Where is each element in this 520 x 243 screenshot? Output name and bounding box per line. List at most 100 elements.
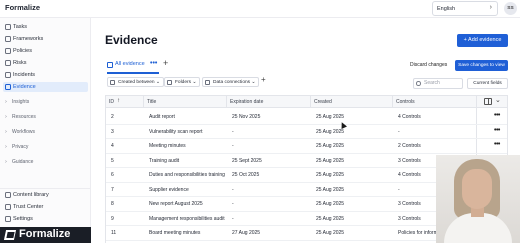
cell-created: 25 Aug 2025 [316, 157, 345, 164]
filter-created-between[interactable]: Created between ⌄ [107, 77, 164, 87]
filter-label: Folders [175, 80, 191, 85]
discard-changes-button[interactable]: Discard changes [410, 62, 447, 68]
sidebar-item-label: Settings [13, 216, 33, 222]
cell-controls: 3 Controls [398, 215, 421, 222]
chevron-right-icon: › [5, 113, 7, 120]
search-input[interactable]: Search [413, 78, 463, 89]
cell-created: 25 Aug 2025 [316, 230, 345, 236]
chevron-down-icon[interactable]: ⌄ [495, 96, 501, 104]
filter-data-connections[interactable]: Data connections ⌄ [202, 77, 260, 87]
active-tab-indicator [107, 72, 159, 74]
save-view-button[interactable]: Save changes to view [455, 60, 508, 71]
language-select-value: English [437, 6, 456, 12]
sidebar-item-risks[interactable]: Risks [3, 58, 88, 68]
cell-id: 8 [111, 201, 114, 207]
cell-id: 3 [111, 128, 114, 135]
cell-expiration-date: - [232, 143, 234, 149]
add-filter-button[interactable]: + [261, 75, 266, 84]
row-menu-button[interactable]: ••• [494, 127, 500, 134]
globe-icon [5, 204, 11, 210]
table-row[interactable]: 3 Vulnerability scan report - 25 Aug 202… [106, 125, 507, 139]
column-header-controls[interactable]: Controls [396, 99, 415, 105]
search-icon [416, 81, 421, 86]
table-row[interactable]: 2 Audit report 25 Nov 2025 25 Aug 2025 4… [106, 110, 507, 125]
tab-label: All evidence [115, 61, 145, 67]
row-menu-button[interactable]: ••• [494, 112, 500, 119]
flag-icon [5, 72, 11, 78]
list-icon [107, 62, 113, 68]
table-row[interactable]: 4 Meeting minutes - 25 Aug 2025 2 Contro… [106, 139, 507, 154]
sidebar-item-evidence[interactable]: Evidence [3, 82, 88, 92]
sidebar-item-content-library[interactable]: Content library [3, 190, 88, 200]
cell-created: 25 Aug 2025 [316, 128, 345, 135]
cell-created: 25 Aug 2025 [316, 215, 345, 222]
sidebar: Tasks Frameworks Policies Risks Incident… [0, 18, 91, 243]
cell-id: 5 [111, 157, 114, 164]
columns-toggle-icon[interactable] [484, 98, 492, 105]
sidebar-group-workflows[interactable]: › Workflows [5, 128, 35, 136]
app-title: Formalize [5, 3, 41, 12]
cell-title: Management responsibilities audit [149, 215, 225, 222]
sort-arrow-up-icon[interactable]: ↑ [117, 98, 120, 104]
cell-id: 4 [111, 143, 114, 149]
shield-icon [5, 48, 11, 54]
filter-label: Data connections [213, 80, 251, 85]
sidebar-group-privacy[interactable]: › Privacy [5, 144, 28, 151]
sidebar-item-label: Risks [13, 60, 27, 66]
sidebar-item-incidents[interactable]: Incidents [3, 70, 88, 80]
tab-menu-button[interactable]: ••• [150, 60, 157, 67]
page-title: Evidence [105, 33, 158, 47]
sidebar-group-resources[interactable]: › Resources [5, 113, 36, 121]
chevron-right-icon: › [489, 4, 492, 11]
sidebar-group-insights[interactable]: › Insights [5, 99, 30, 106]
plug-icon [205, 80, 210, 85]
presenter-webcam-video [436, 155, 520, 243]
book-icon [5, 192, 11, 198]
cell-id: 7 [111, 186, 114, 193]
cell-created: 25 Aug 2025 [316, 143, 345, 149]
cell-created: 25 Aug 2025 [316, 201, 345, 207]
sidebar-item-trust-center[interactable]: Trust Center [3, 202, 88, 212]
cell-controls: - [398, 186, 400, 193]
cell-title: Audit report [149, 114, 175, 120]
sidebar-group-label: Workflows [12, 129, 35, 135]
sidebar-group-label: Guidance [12, 159, 34, 165]
column-header-id[interactable]: ID [109, 99, 114, 105]
cell-id: 9 [111, 215, 114, 222]
cell-controls: - [398, 128, 400, 135]
chevron-right-icon: › [5, 158, 7, 165]
column-header-title[interactable]: Title [147, 99, 156, 105]
sidebar-item-frameworks[interactable]: Frameworks [3, 34, 88, 44]
avatar[interactable]: SS [504, 2, 517, 15]
cell-id: 11 [111, 230, 117, 236]
filter-folders[interactable]: Folders ⌄ [164, 77, 201, 87]
calendar-icon [110, 80, 115, 85]
filter-label: Created between [118, 80, 155, 85]
column-header-expiration-date[interactable]: Expiration date [230, 99, 263, 105]
table-header: ID ↑ Title Expiration date Created Contr… [106, 96, 507, 108]
language-select[interactable]: English › [432, 1, 498, 16]
layers-icon [5, 36, 11, 42]
sidebar-item-settings[interactable]: Settings [3, 214, 88, 224]
current-fields-button[interactable]: Current fields [467, 78, 508, 89]
column-header-created[interactable]: Created [314, 99, 332, 105]
cell-title: Supplier evidence [149, 186, 189, 193]
chevron-right-icon: › [5, 128, 7, 135]
gear-icon [5, 216, 11, 222]
cell-expiration-date: 25 Sept 2025 [232, 157, 262, 164]
row-menu-button[interactable]: ••• [494, 141, 500, 148]
sidebar-item-policies[interactable]: Policies [3, 46, 88, 56]
add-evidence-button[interactable]: + Add evidence [457, 34, 508, 47]
sidebar-item-label: Trust Center [13, 204, 44, 210]
sidebar-item-tasks[interactable]: Tasks [3, 22, 88, 32]
cell-expiration-date: 25 Oct 2025 [232, 172, 260, 178]
sidebar-group-guidance[interactable]: › Guidance [5, 158, 34, 166]
add-view-button[interactable]: + [163, 58, 168, 68]
sidebar-group-label: Insights [12, 99, 30, 105]
cell-expiration-date: - [232, 215, 234, 222]
tab-all-evidence[interactable]: All evidence [107, 61, 145, 71]
footer-logo: Formalize [0, 227, 91, 243]
cell-created: 25 Aug 2025 [316, 186, 345, 193]
search-placeholder: Search [424, 80, 440, 86]
cell-expiration-date: 27 Aug 2025 [232, 230, 261, 236]
